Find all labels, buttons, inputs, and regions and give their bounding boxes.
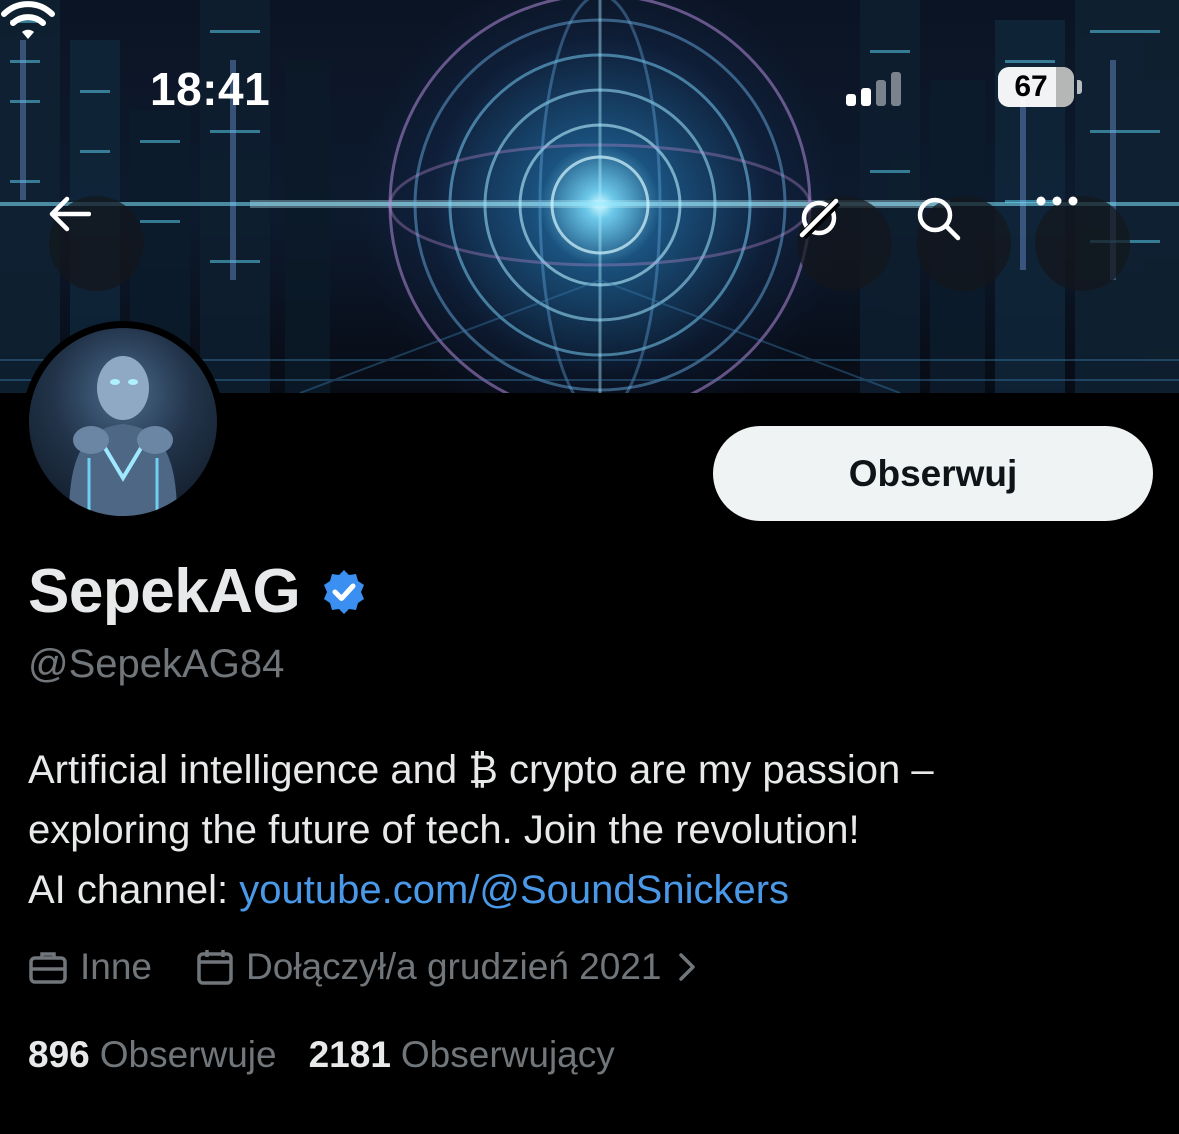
follow-button[interactable]: Obserwuj: [713, 426, 1153, 521]
bio-line-2: exploring the future of tech. Join the r…: [28, 808, 860, 852]
arrow-left-icon: [49, 196, 91, 232]
battery-level: 67: [1014, 70, 1048, 103]
bio-link[interactable]: youtube.com/@SoundSnickers: [239, 868, 789, 912]
profile-bio: Artificial intelligence and ₿ crypto are…: [28, 740, 1148, 920]
chevron-right-icon: [678, 953, 695, 981]
briefcase-icon: [29, 952, 67, 984]
follow-counts: 896 Obserwuje 2181 Obserwujący: [28, 1034, 647, 1076]
battery-indicator: 67: [998, 67, 1082, 107]
following-count[interactable]: 896: [28, 1034, 90, 1076]
followers-label[interactable]: Obserwujący: [401, 1034, 615, 1076]
status-time: 18:41: [150, 63, 271, 115]
category-item: Inne: [28, 946, 152, 988]
user-handle: @SepekAG84: [28, 642, 285, 686]
joined-date-item[interactable]: Dołączył/a grudzień 2021: [196, 946, 695, 988]
profile-meta: Inne Dołączył/a grudzień 2021: [28, 946, 740, 988]
bio-line-1: Artificial intelligence and ₿ crypto are…: [28, 748, 934, 792]
grok-button[interactable]: [797, 196, 892, 291]
more-horizontal-icon: [1036, 196, 1078, 206]
more-options-button[interactable]: [1035, 196, 1130, 291]
joined-date-label: Dołączył/a grudzień 2021: [246, 946, 662, 987]
wifi-icon: [1, 1, 55, 39]
avatar-image: [29, 328, 217, 516]
following-label[interactable]: Obserwuje: [100, 1034, 277, 1076]
back-button[interactable]: [49, 196, 144, 291]
bio-link-prefix: AI channel:: [28, 868, 240, 912]
cellular-signal-icon: [846, 70, 906, 106]
profile-name-row: SepekAG: [28, 556, 368, 627]
category-label: Inne: [80, 946, 153, 987]
grok-icon: [799, 198, 841, 240]
display-name: SepekAG: [28, 557, 301, 626]
verified-badge-icon[interactable]: [320, 568, 368, 616]
search-button[interactable]: [916, 196, 1011, 291]
bio-line-3: AI channel: youtube.com/@SoundSnickers: [28, 860, 1148, 920]
calendar-icon: [197, 950, 233, 985]
followers-count[interactable]: 2181: [309, 1034, 391, 1076]
search-icon: [917, 197, 961, 241]
profile-avatar[interactable]: [22, 321, 224, 523]
